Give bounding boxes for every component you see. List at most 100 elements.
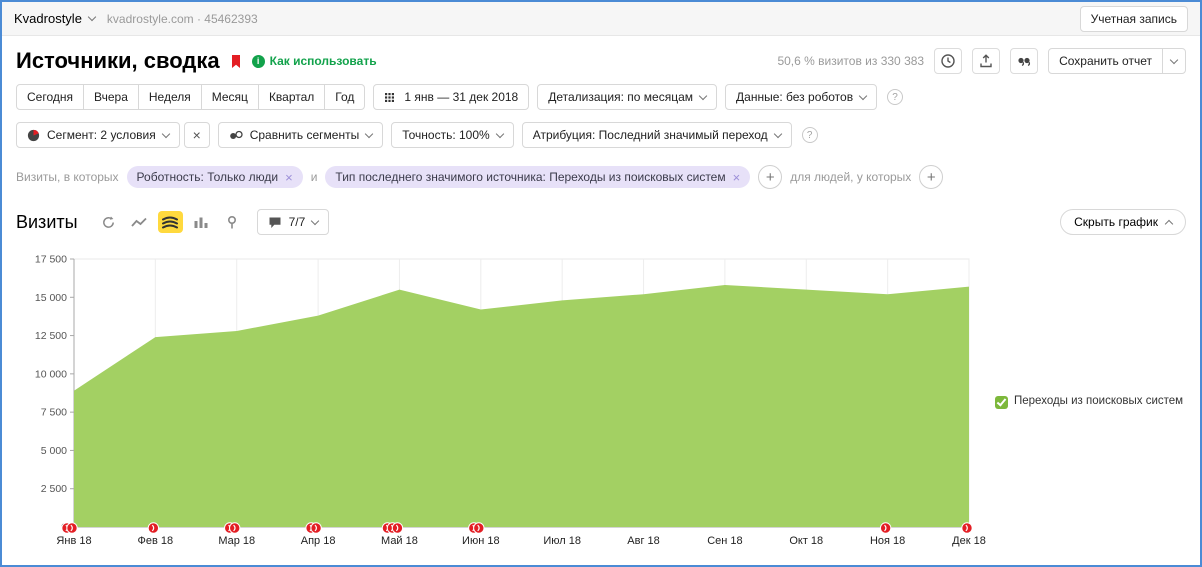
help-icon[interactable]: ? [887, 89, 903, 105]
account-button[interactable]: Учетная запись [1080, 6, 1188, 32]
date-range-button[interactable]: 1 янв — 31 дек 2018 [373, 84, 529, 110]
remove-chip-icon[interactable]: × [733, 170, 741, 185]
chart-area: 02 5005 0007 50010 00012 50015 00017 500… [16, 249, 1186, 549]
compare-segments-label: Сравнить сегменты [250, 128, 360, 142]
chart-type-map-button[interactable] [220, 211, 245, 233]
remove-chip-icon[interactable]: × [285, 170, 293, 185]
chart-legend-item[interactable]: Переходы из поисковых систем [995, 395, 1183, 549]
line-chart-icon [131, 215, 147, 229]
bar-chart-icon [193, 215, 209, 229]
chart-title: Визиты [16, 212, 78, 233]
refresh-button[interactable] [96, 211, 121, 233]
add-people-condition-button[interactable]: + [919, 165, 943, 189]
svg-text:Фев 18: Фев 18 [138, 535, 174, 547]
chart-toolbar: Визиты 7/7 Скрыть график [16, 209, 1186, 235]
preset-today-button[interactable]: Сегодня [16, 84, 84, 110]
svg-text:Окт 18: Окт 18 [789, 535, 823, 547]
chevron-down-icon [88, 13, 96, 21]
preset-quarter-button[interactable]: Квартал [258, 84, 325, 110]
export-button[interactable] [972, 48, 1000, 74]
map-pin-icon [224, 215, 240, 230]
period-presets: Сегодня Вчера Неделя Месяц Квартал Год [16, 84, 365, 110]
attribution-label: Атрибуция: Последний значимый переход [533, 128, 768, 142]
svg-text:Ноя 18: Ноя 18 [870, 535, 905, 547]
filter-chip-robots[interactable]: Роботность: Только люди × [127, 166, 303, 188]
pie-chart-icon [27, 129, 40, 142]
bookmark-icon[interactable] [230, 54, 242, 69]
chip-label: Тип последнего значимого источника: Пере… [335, 170, 725, 184]
counter-switcher[interactable]: Kvadrostyle [14, 11, 95, 26]
filter-chip-source-type[interactable]: Тип последнего значимого источника: Пере… [325, 166, 750, 188]
data-mode-label: Данные: без роботов [736, 90, 853, 104]
svg-text:Сен 18: Сен 18 [707, 535, 742, 547]
chip-label: Роботность: Только люди [137, 170, 279, 184]
metrica-app: { "icons": {"close": "×", "plus": "+", "… [0, 0, 1202, 567]
page-title: Источники, сводка [16, 48, 220, 74]
hide-chart-button[interactable]: Скрыть график [1060, 209, 1186, 235]
svg-text:10 000: 10 000 [35, 368, 67, 380]
stacked-area-icon [162, 215, 178, 230]
svg-text:Июн 18: Июн 18 [462, 535, 500, 547]
calendar-grid-icon [384, 91, 397, 104]
segment-dropdown[interactable]: Сегмент: 2 условия [16, 122, 180, 148]
widgets-button[interactable] [1010, 48, 1038, 74]
chevron-down-icon [365, 129, 373, 137]
data-mode-dropdown[interactable]: Данные: без роботов [725, 84, 877, 110]
save-report-label: Сохранить отчет [1049, 54, 1162, 68]
svg-text:Апр 18: Апр 18 [301, 535, 336, 547]
date-range-label: 1 янв — 31 дек 2018 [404, 90, 518, 104]
period-toolbar: Сегодня Вчера Неделя Месяц Квартал Год 1… [16, 84, 1186, 110]
chevron-down-icon [1170, 55, 1178, 63]
counter-name: Kvadrostyle [14, 11, 82, 26]
chevron-down-icon [495, 129, 503, 137]
clock-icon [940, 53, 956, 69]
preset-yesterday-button[interactable]: Вчера [83, 84, 139, 110]
legend-label: Переходы из поисковых систем [1014, 395, 1183, 407]
how-to-use-link[interactable]: i Как использовать [252, 54, 377, 68]
report-header: Источники, сводка i Как использовать 50,… [16, 48, 1186, 74]
save-report-menu[interactable] [1163, 60, 1185, 63]
chart-type-area-button[interactable] [158, 211, 183, 233]
chart-type-line-button[interactable] [127, 211, 152, 233]
chevron-down-icon [699, 91, 707, 99]
top-bar: Kvadrostyle kvadrostyle.com · 45462393 У… [2, 2, 1200, 36]
chevron-down-icon [773, 129, 781, 137]
accuracy-dropdown[interactable]: Точность: 100% [391, 122, 513, 148]
svg-text:Мар 18: Мар 18 [218, 535, 255, 547]
svg-text:Июл 18: Июл 18 [543, 535, 581, 547]
speech-bubble-icon [268, 216, 282, 229]
segment-toolbar: Сегмент: 2 условия × Сравнить сегменты Т… [16, 122, 1186, 148]
history-button[interactable] [934, 48, 962, 74]
svg-text:Янв 18: Янв 18 [56, 535, 91, 547]
save-report-button[interactable]: Сохранить отчет [1048, 48, 1186, 74]
people-condition-label: для людей, у которых [790, 170, 911, 184]
export-icon [978, 53, 994, 69]
svg-text:Дек 18: Дек 18 [952, 535, 986, 547]
detalization-label: Детализация: по месяцам [548, 90, 693, 104]
preset-year-button[interactable]: Год [324, 84, 365, 110]
accuracy-label: Точность: 100% [402, 128, 489, 142]
visits-share-text: 50,6 % визитов из 330 383 [777, 54, 924, 68]
attribution-dropdown[interactable]: Атрибуция: Последний значимый переход [522, 122, 792, 148]
preset-week-button[interactable]: Неделя [138, 84, 202, 110]
visits-area-chart[interactable]: 02 5005 0007 50010 00012 50015 00017 500… [16, 249, 991, 549]
chart-type-bar-button[interactable] [189, 211, 214, 233]
clear-segment-button[interactable]: × [184, 122, 210, 148]
info-icon: i [252, 55, 265, 68]
detalization-dropdown[interactable]: Детализация: по месяцам [537, 84, 717, 110]
preset-month-button[interactable]: Месяц [201, 84, 259, 110]
report-content: Источники, сводка i Как использовать 50,… [2, 48, 1200, 549]
svg-text:15 000: 15 000 [35, 292, 67, 304]
help-icon[interactable]: ? [802, 127, 818, 143]
comments-dropdown[interactable]: 7/7 [257, 209, 330, 235]
svg-text:17 500: 17 500 [35, 254, 67, 266]
quotes-icon [1016, 53, 1032, 69]
add-visit-condition-button[interactable]: + [758, 165, 782, 189]
svg-text:Май 18: Май 18 [381, 535, 418, 547]
legend-checkbox[interactable] [995, 396, 1008, 409]
compare-segments-dropdown[interactable]: Сравнить сегменты [218, 122, 384, 148]
counter-info: kvadrostyle.com · 45462393 [107, 12, 258, 26]
svg-text:Авг 18: Авг 18 [627, 535, 659, 547]
chevron-up-icon [1165, 219, 1173, 227]
refresh-icon [101, 215, 116, 230]
